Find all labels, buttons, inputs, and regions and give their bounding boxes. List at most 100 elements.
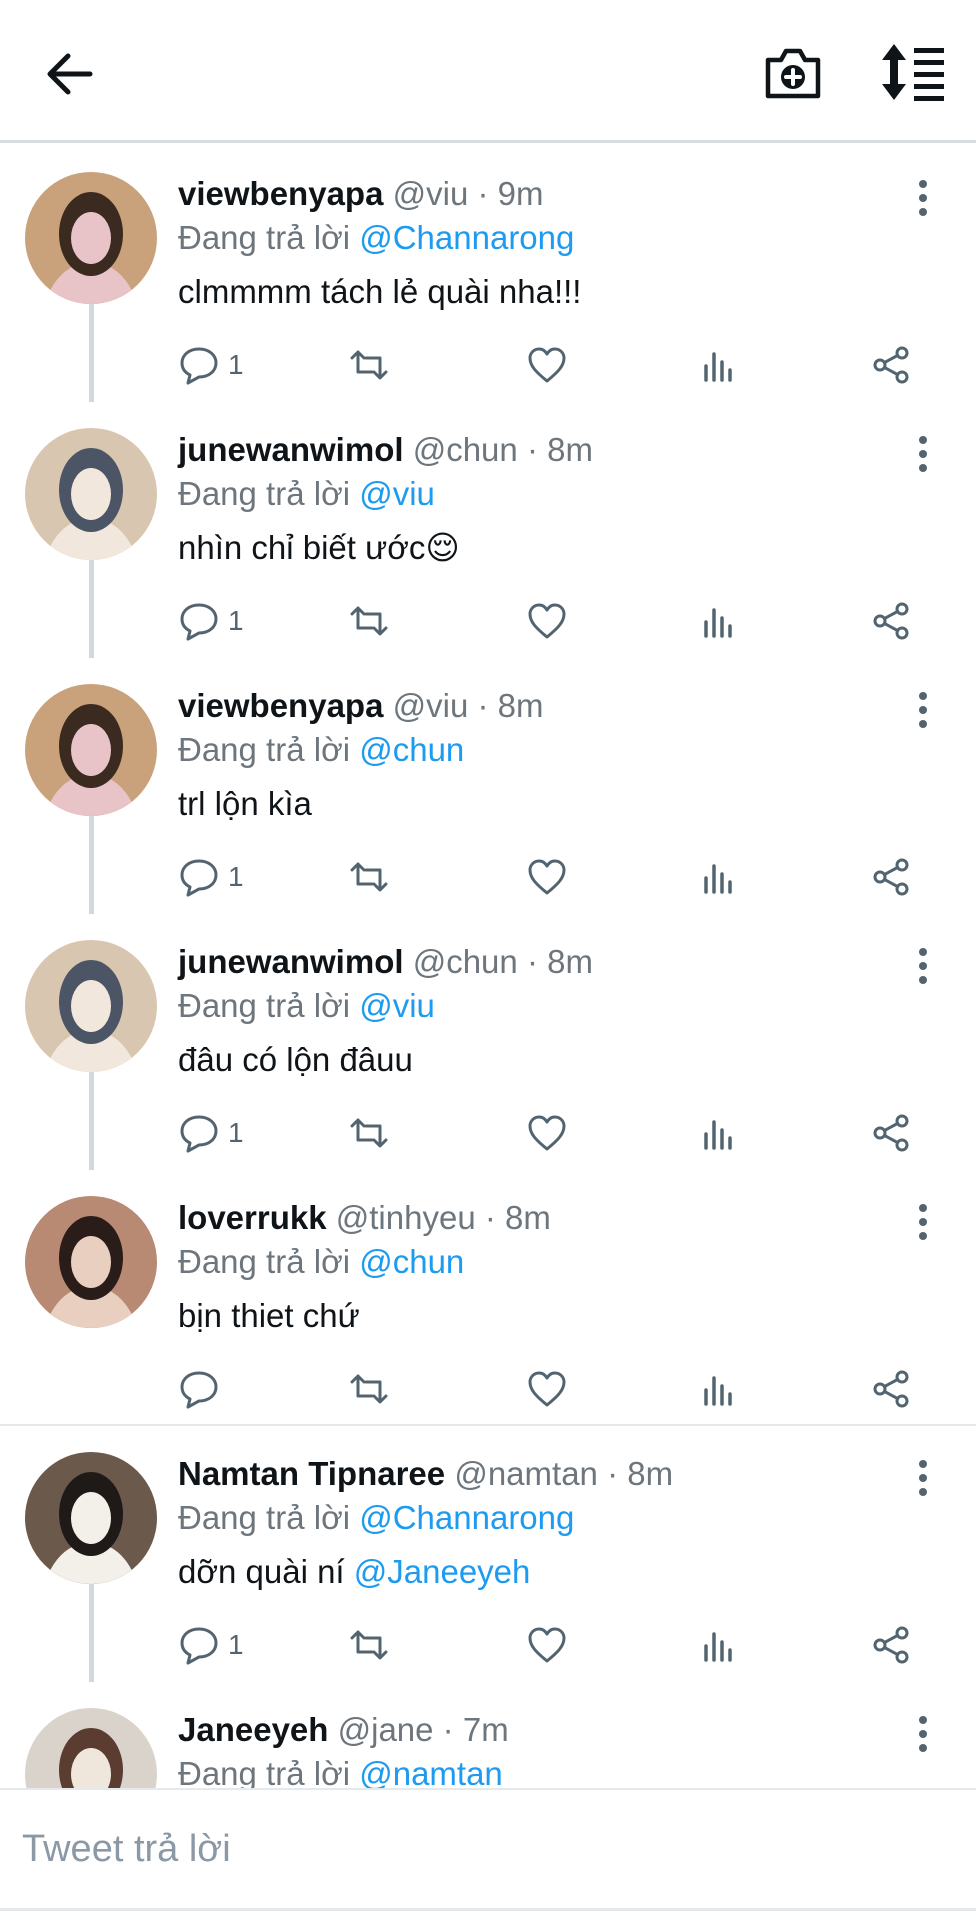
more-options-button[interactable] — [910, 1714, 936, 1754]
tweet-text: bịn thiet chứ — [178, 1296, 360, 1336]
analytics-button[interactable] — [698, 852, 740, 902]
like-button[interactable] — [526, 1620, 568, 1670]
top-bar — [0, 0, 976, 143]
tweet-text: dỡn quài ní @Janeeyeh — [178, 1552, 530, 1592]
tweet[interactable]: Namtan Tipnaree @namtan · 8m Đang trả lờ… — [0, 1426, 976, 1682]
more-options-button[interactable] — [910, 690, 936, 730]
replies-feed[interactable]: viewbenyapa @viu · 9m Đang trả lời @Chan… — [0, 146, 976, 1788]
tweet-actions: 1 — [178, 852, 938, 902]
replying-to-mention[interactable]: @namtan — [359, 1755, 503, 1788]
camera-button[interactable] — [762, 42, 824, 104]
avatar[interactable] — [25, 1452, 157, 1584]
retweet-button[interactable] — [348, 1364, 390, 1414]
reply-icon — [180, 1115, 218, 1153]
sort-replies-button[interactable] — [880, 40, 948, 104]
display-name[interactable]: Namtan Tipnaree — [178, 1455, 445, 1492]
share-button[interactable] — [870, 596, 912, 646]
analytics-button[interactable] — [698, 596, 740, 646]
share-icon — [873, 602, 909, 640]
retweet-button[interactable] — [348, 852, 390, 902]
analytics-button[interactable] — [698, 1364, 740, 1414]
like-button[interactable] — [526, 1364, 568, 1414]
share-button[interactable] — [870, 1108, 912, 1158]
like-button[interactable] — [526, 852, 568, 902]
analytics-button[interactable] — [698, 340, 740, 390]
timestamp: 8m — [547, 943, 593, 980]
tweet[interactable]: junewanwimol @chun · 8m Đang trả lời @vi… — [0, 402, 976, 658]
replying-to-mention[interactable]: @viu — [359, 475, 435, 512]
analytics-button[interactable] — [698, 1108, 740, 1158]
replying-to-mention[interactable]: @chun — [359, 1243, 464, 1280]
retweet-button[interactable] — [348, 1620, 390, 1670]
analytics-icon — [704, 1376, 732, 1406]
share-button[interactable] — [870, 340, 912, 390]
tweet[interactable]: loverrukk @tinhyeu · 8m Đang trả lời @ch… — [0, 1170, 976, 1426]
tweet-mention[interactable]: @Janeeyeh — [354, 1553, 531, 1590]
tweet-text-body: nhìn chỉ biết ước😌 — [178, 529, 460, 566]
reply-button[interactable]: 1 — [178, 1108, 244, 1158]
avatar[interactable] — [25, 172, 157, 304]
replying-to-mention[interactable]: @chun — [359, 731, 464, 768]
tweet-text: trl lộn kìa — [178, 784, 312, 824]
like-button[interactable] — [526, 340, 568, 390]
display-name[interactable]: loverrukk — [178, 1199, 327, 1236]
reply-input[interactable] — [0, 1790, 976, 1908]
display-name[interactable]: junewanwimol — [178, 943, 404, 980]
retweet-icon — [350, 606, 388, 636]
reply-button[interactable]: 1 — [178, 340, 244, 390]
avatar-shape — [71, 212, 111, 264]
timestamp: 7m — [462, 1711, 509, 1748]
display-name[interactable]: Janeeyeh — [178, 1711, 328, 1748]
replying-to-mention[interactable]: @viu — [359, 987, 435, 1024]
analytics-button[interactable] — [698, 1620, 740, 1670]
more-vertical-icon — [919, 692, 927, 728]
like-button[interactable] — [526, 1108, 568, 1158]
more-options-button[interactable] — [910, 1202, 936, 1242]
heart-icon — [528, 347, 566, 383]
more-options-button[interactable] — [910, 1458, 936, 1498]
avatar[interactable] — [25, 940, 157, 1072]
share-button[interactable] — [870, 1620, 912, 1670]
display-name[interactable]: viewbenyapa — [178, 687, 383, 724]
reply-button[interactable]: 1 — [178, 1620, 244, 1670]
reply-composer — [0, 1788, 976, 1920]
avatar[interactable] — [25, 428, 157, 560]
tweet-text: nhìn chỉ biết ước😌 — [178, 528, 460, 568]
separator-dot: · — [484, 1199, 496, 1236]
reply-button[interactable] — [178, 1364, 220, 1414]
replying-to-mention[interactable]: @Channarong — [359, 1499, 574, 1536]
reply-icon — [180, 347, 218, 385]
share-button[interactable] — [870, 1364, 912, 1414]
replying-to-label: Đang trả lời — [178, 475, 351, 512]
like-button[interactable] — [526, 596, 568, 646]
display-name[interactable]: viewbenyapa — [178, 175, 383, 212]
heart-icon — [528, 603, 566, 639]
replying-to-mention[interactable]: @Channarong — [359, 219, 574, 256]
reply-button[interactable]: 1 — [178, 596, 244, 646]
more-vertical-icon — [919, 1204, 927, 1240]
back-button[interactable] — [42, 44, 102, 104]
retweet-button[interactable] — [348, 1108, 390, 1158]
retweet-button[interactable] — [348, 340, 390, 390]
reply-button[interactable]: 1 — [178, 852, 244, 902]
more-vertical-icon — [919, 1460, 927, 1496]
tweet[interactable]: Janeeyeh @jane · 7m Đang trả lời @namtan — [0, 1682, 976, 1788]
more-vertical-icon — [919, 948, 927, 984]
more-options-button[interactable] — [910, 434, 936, 474]
display-name[interactable]: junewanwimol — [178, 431, 404, 468]
avatar[interactable] — [25, 1196, 157, 1328]
separator-dot: · — [477, 687, 489, 724]
more-options-button[interactable] — [910, 946, 936, 986]
avatar[interactable] — [25, 1708, 157, 1788]
replying-to: Đang trả lời @namtan — [178, 1754, 503, 1788]
share-button[interactable] — [870, 852, 912, 902]
replying-to: Đang trả lời @viu — [178, 986, 435, 1026]
separator-dot: · — [607, 1455, 619, 1492]
more-options-button[interactable] — [910, 178, 936, 218]
retweet-button[interactable] — [348, 596, 390, 646]
tweet[interactable]: junewanwimol @chun · 8m Đang trả lời @vi… — [0, 914, 976, 1170]
avatar[interactable] — [25, 684, 157, 816]
tweet-text-body: trl lộn kìa — [178, 785, 312, 822]
tweet[interactable]: viewbenyapa @viu · 9m Đang trả lời @Chan… — [0, 146, 976, 402]
tweet[interactable]: viewbenyapa @viu · 8m Đang trả lời @chun… — [0, 658, 976, 914]
